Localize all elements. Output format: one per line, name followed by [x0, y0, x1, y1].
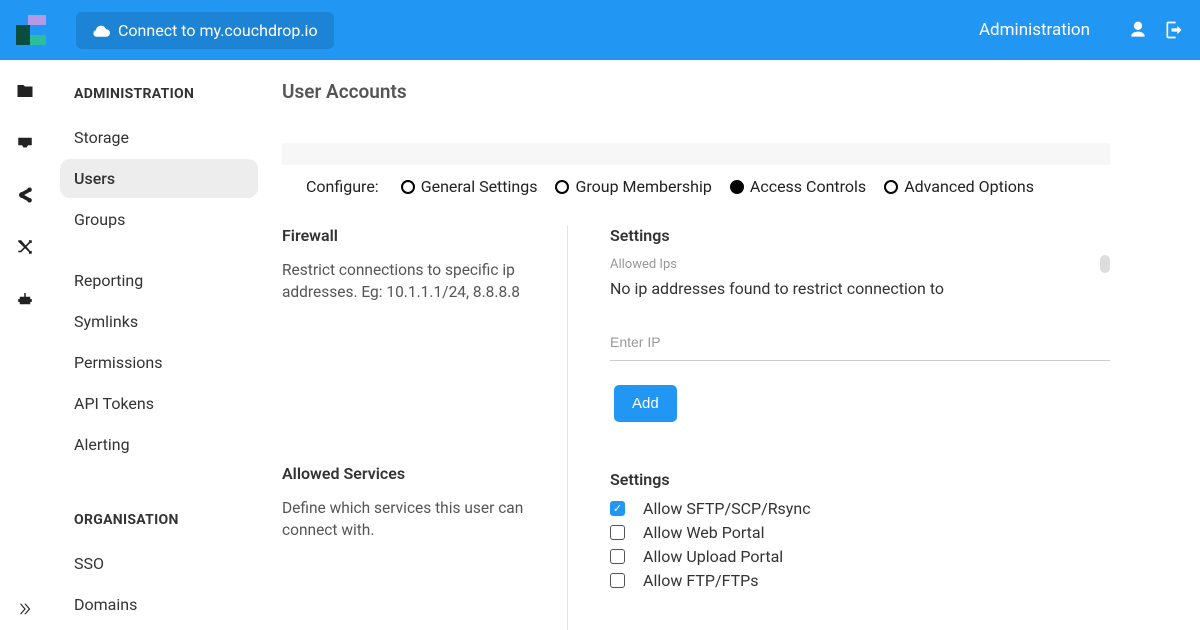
services-desc: Define which services this user can conn…: [282, 497, 547, 542]
checkbox-icon[interactable]: [610, 501, 625, 516]
add-ip-button[interactable]: Add: [614, 385, 677, 422]
tab-advanced-options[interactable]: Advanced Options: [884, 177, 1034, 196]
checkbox-icon[interactable]: [610, 525, 625, 540]
sidebar-item-symlinks[interactable]: Symlinks: [60, 302, 258, 341]
inbox-icon[interactable]: [16, 134, 34, 152]
folder-icon[interactable]: [16, 82, 34, 100]
service-option-upload[interactable]: Allow Upload Portal: [610, 547, 1110, 566]
scroll-pill-icon: [1100, 255, 1110, 273]
sidebar-item-permissions[interactable]: Permissions: [60, 343, 258, 382]
share-icon[interactable]: [16, 186, 34, 204]
sidebar-item-reporting[interactable]: Reporting: [60, 261, 258, 300]
app-logo: [16, 15, 46, 45]
tab-group-membership[interactable]: Group Membership: [555, 177, 711, 196]
main-content: User Accounts Configure: General Setting…: [268, 60, 1200, 630]
user-icon[interactable]: [1128, 20, 1148, 40]
cloud-icon: [92, 23, 110, 37]
firewall-desc: Restrict connections to specific ip addr…: [282, 259, 547, 304]
tab-access-controls[interactable]: Access Controls: [730, 177, 866, 196]
progress-bar: [282, 143, 1110, 165]
sidebar-item-users[interactable]: Users: [60, 159, 258, 198]
sidebar-item-groups[interactable]: Groups: [60, 200, 258, 239]
checkbox-icon[interactable]: [610, 573, 625, 588]
sidebar-heading-admin: ADMINISTRATION: [74, 86, 248, 102]
service-option-web[interactable]: Allow Web Portal: [610, 523, 1110, 542]
allowed-ips-empty: No ip addresses found to restrict connec…: [610, 279, 1110, 298]
allowed-ips-label: Allowed Ips: [610, 255, 1110, 273]
connect-button[interactable]: Connect to my.couchdrop.io: [76, 12, 334, 49]
topbar: Connect to my.couchdrop.io Administratio…: [0, 0, 1200, 60]
shuffle-icon[interactable]: [16, 238, 34, 256]
sidebar-item-alerting[interactable]: Alerting: [60, 425, 258, 464]
sidebar-item-api-tokens[interactable]: API Tokens: [60, 384, 258, 423]
firewall-section: Firewall Restrict connections to specifi…: [282, 226, 547, 304]
administration-link[interactable]: Administration: [979, 20, 1090, 40]
sidebar-heading-org: ORGANISATION: [74, 512, 248, 528]
logout-icon[interactable]: [1164, 20, 1184, 40]
icon-rail: [0, 60, 50, 630]
sidebar: ADMINISTRATION Storage Users Groups Repo…: [50, 60, 268, 630]
sidebar-item-storage[interactable]: Storage: [60, 118, 258, 157]
configure-row: Configure: General Settings Group Member…: [282, 177, 1110, 196]
service-option-ftp[interactable]: Allow FTP/FTPs: [610, 571, 1110, 590]
expand-icon[interactable]: [16, 600, 34, 618]
services-settings: Settings Allow SFTP/SCP/Rsync Allow Web …: [610, 470, 1110, 590]
ip-input[interactable]: [610, 326, 1110, 361]
firewall-settings: Settings Allowed Ips No ip addresses fou…: [610, 226, 1110, 422]
firewall-settings-title: Settings: [610, 226, 1110, 245]
robot-icon[interactable]: [16, 290, 34, 308]
sidebar-item-sso[interactable]: SSO: [60, 544, 258, 583]
connect-label: Connect to my.couchdrop.io: [118, 21, 318, 40]
sidebar-item-domains[interactable]: Domains: [60, 585, 258, 624]
services-settings-title: Settings: [610, 470, 1110, 489]
checkbox-icon[interactable]: [610, 549, 625, 564]
firewall-title: Firewall: [282, 226, 547, 245]
services-title: Allowed Services: [282, 464, 547, 483]
service-option-sftp[interactable]: Allow SFTP/SCP/Rsync: [610, 499, 1110, 518]
tab-general-settings[interactable]: General Settings: [401, 177, 538, 196]
page-title: User Accounts: [282, 80, 1110, 103]
services-section: Allowed Services Define which services t…: [282, 464, 547, 542]
configure-label: Configure:: [306, 177, 379, 196]
